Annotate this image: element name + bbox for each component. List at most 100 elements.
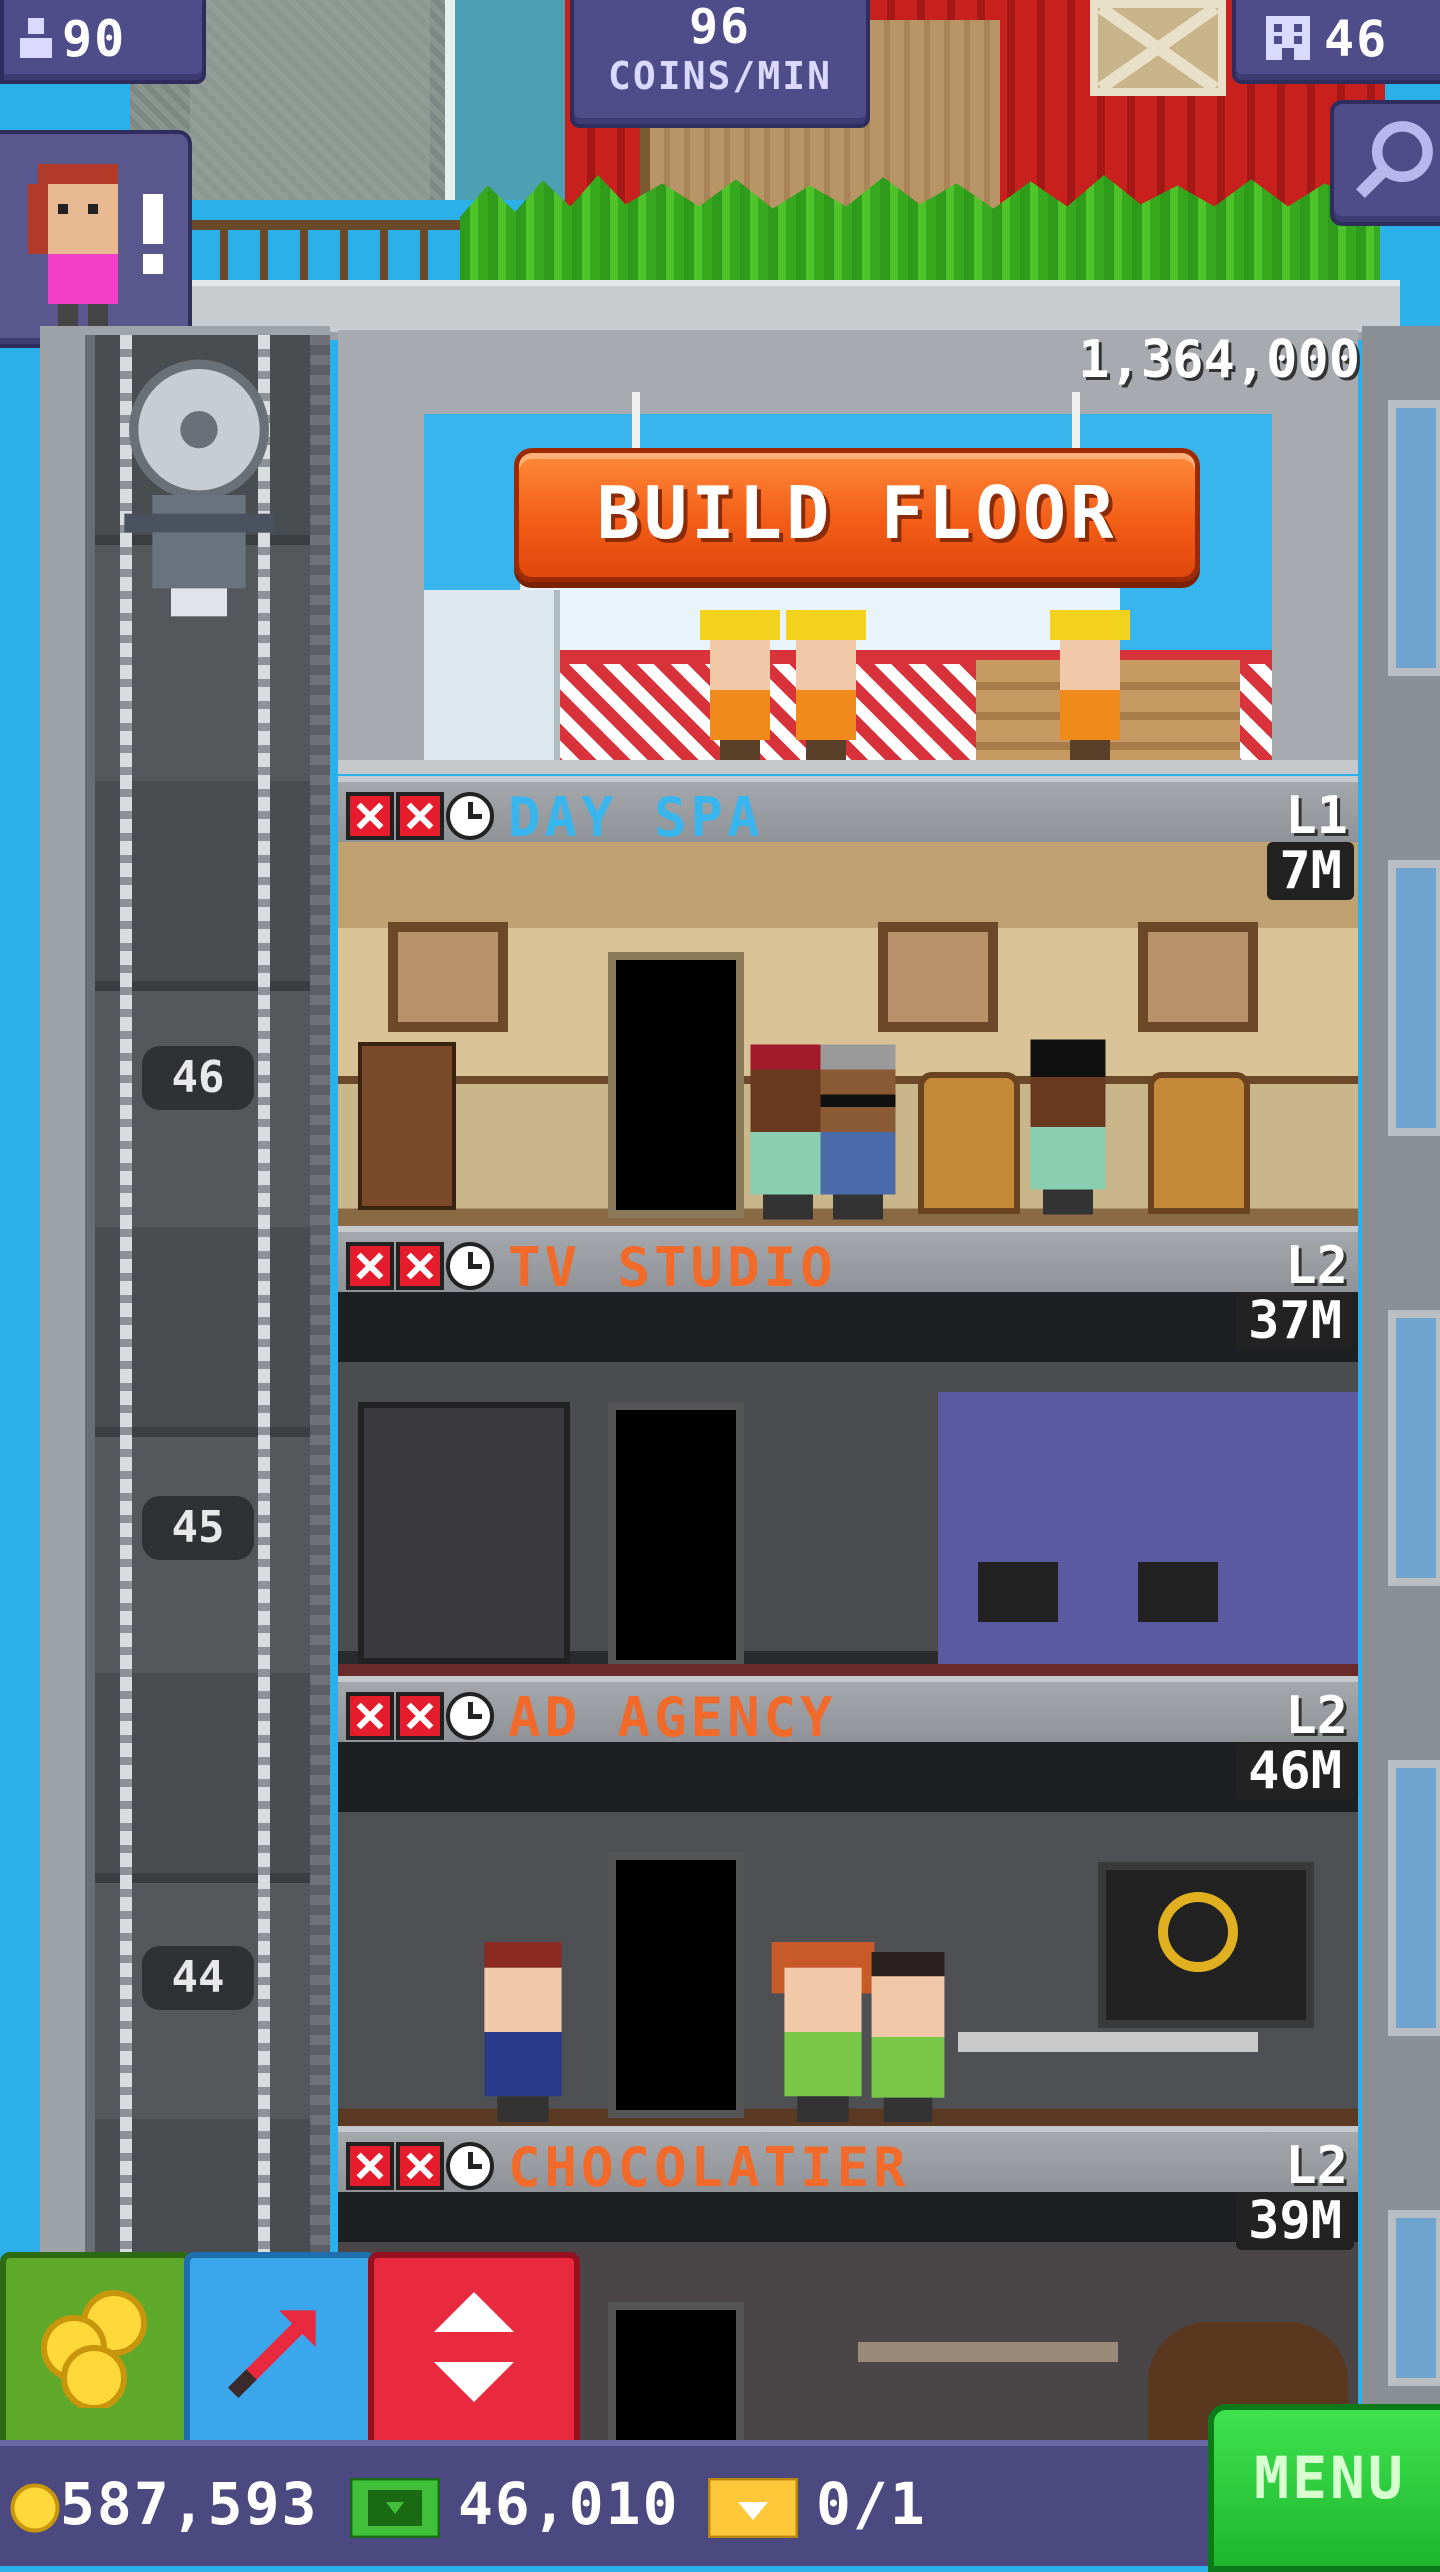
sign-hanger (632, 392, 640, 452)
ring-icon (1158, 1892, 1238, 1972)
magnifier-icon (1355, 121, 1433, 199)
arrow-icon (227, 2310, 316, 2399)
elevator-door (608, 1402, 744, 1668)
building-window (1388, 400, 1440, 676)
build-floor-button[interactable]: BUILD FLOOR (514, 448, 1200, 582)
elevator-floor-marker: 44 (142, 1946, 254, 2010)
floor-price: 39M (1236, 2192, 1354, 2250)
floor-name: DAY SPA (508, 786, 764, 849)
elevator-floor-marker: 45 (142, 1496, 254, 1560)
bitizen (484, 1942, 562, 2122)
barn-window (1090, 0, 1226, 96)
elevator-button[interactable] (368, 2252, 580, 2454)
spa-chair (1148, 1072, 1250, 1214)
construction-sheet (424, 590, 560, 760)
floors-badge[interactable]: 46 (1232, 0, 1440, 84)
studio-chair (978, 1562, 1058, 1622)
floor-room-ad-agency[interactable]: 46M (338, 1742, 1358, 2132)
office-desk (958, 2032, 1258, 2052)
avatar (28, 164, 118, 334)
bitizen-alert-button[interactable] (0, 130, 192, 348)
clock-icon (446, 1242, 494, 1290)
population-badge[interactable]: 90 (0, 0, 206, 84)
elevator-cable (120, 335, 132, 2335)
floor-room-day-spa[interactable]: 7M (338, 842, 1358, 1232)
floor-header-ad-agency[interactable]: AD AGENCY L2 (338, 1676, 1358, 1749)
clock-icon (446, 2142, 494, 2190)
population-value: 90 (62, 10, 127, 68)
menu-button[interactable]: MENU (1208, 2404, 1440, 2572)
wall-picture (1138, 922, 1258, 1032)
bitizen (871, 1952, 945, 2122)
zoom-button[interactable] (1330, 100, 1440, 226)
bux-value: 46,010 (458, 2470, 680, 2538)
coins-icon (41, 2290, 147, 2408)
floor-header-day-spa[interactable]: DAY SPA L1 (338, 776, 1358, 849)
bux-display[interactable]: 46,010 (347, 2470, 680, 2541)
x-icon (396, 2142, 444, 2190)
elevator-door (608, 952, 744, 1218)
chocolate-shelf (858, 2342, 1118, 2362)
person-icon (20, 18, 52, 58)
x-icon (346, 1242, 394, 1290)
x-icon (396, 792, 444, 840)
build-floor-price: 1,364,000 (1078, 330, 1360, 390)
building-window (1388, 1760, 1440, 2036)
collect-coins-button[interactable] (0, 2252, 192, 2454)
wall-picture (388, 922, 508, 1032)
coins-value: 587,593 (60, 2470, 319, 2538)
floor-price: 7M (1267, 842, 1354, 900)
floor-room-tv-studio[interactable]: 37M (338, 1292, 1358, 1682)
floor-header-chocolatier[interactable]: CHOCOLATIER L2 (338, 2126, 1358, 2199)
dresser (358, 1042, 456, 1210)
studio-chair (1138, 1562, 1218, 1622)
x-icon (346, 2142, 394, 2190)
exclamation-icon (143, 194, 163, 274)
building-icon (1266, 16, 1310, 60)
floor-divider (338, 760, 1358, 774)
raise-button[interactable] (184, 2252, 376, 2454)
building-window (1388, 1310, 1440, 1586)
x-icon (346, 792, 394, 840)
coins-per-min-value: 96 (689, 0, 751, 55)
floor-level: L2 (1285, 2136, 1348, 2196)
sign-hanger (1072, 392, 1080, 452)
x-icon (396, 1242, 444, 1290)
floor-name: TV STUDIO (508, 1236, 837, 1299)
elevator-door (608, 2302, 744, 2442)
coins-per-min-badge[interactable]: 96 COINS/MIN (570, 0, 870, 128)
construction-worker (1050, 610, 1130, 760)
bux-icon (347, 2475, 443, 2541)
up-down-icon (434, 2292, 514, 2402)
coins-per-min-label: COINS/MIN (608, 54, 832, 98)
floor-price: 46M (1236, 1742, 1354, 1800)
ticket-icon (705, 2475, 801, 2541)
blue-screen (938, 1392, 1358, 1672)
tickets-value: 0/1 (816, 2470, 927, 2538)
construction-worker (786, 610, 866, 760)
elevator-motor-icon[interactable] (104, 355, 294, 635)
wall-picture (878, 922, 998, 1032)
glass-tower (445, 0, 575, 200)
x-icon (346, 1692, 394, 1740)
bitizen (1030, 1039, 1106, 1215)
floor-level: L1 (1285, 786, 1348, 846)
bitizen (820, 1044, 896, 1220)
floors-count: 46 (1324, 10, 1389, 68)
coins-display[interactable]: 587,593 (10, 2470, 318, 2538)
floor-name: CHOCOLATIER (508, 2136, 910, 2199)
clock-icon (446, 792, 494, 840)
clock-icon (446, 1692, 494, 1740)
control-panel (358, 1402, 570, 1664)
elevator-cable (258, 335, 270, 2335)
construction-worker (700, 610, 780, 760)
tickets-display[interactable]: 0/1 (705, 2470, 927, 2541)
elevator-floor-marker: 46 (142, 1046, 254, 1110)
floor-level: L2 (1285, 1236, 1348, 1296)
floor-name: AD AGENCY (508, 1686, 837, 1749)
floor-header-tv-studio[interactable]: TV STUDIO L2 (338, 1226, 1358, 1299)
floor-level: L2 (1285, 1686, 1348, 1746)
spa-chair (918, 1072, 1020, 1214)
building-window (1388, 860, 1440, 1136)
coin-icon (10, 2483, 60, 2533)
